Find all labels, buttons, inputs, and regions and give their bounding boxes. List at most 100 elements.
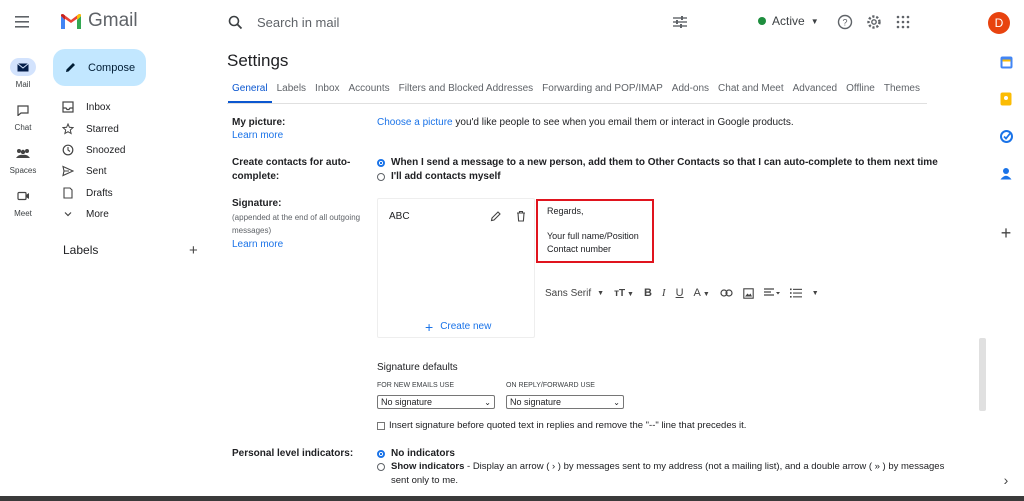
my-picture-learn-more-link[interactable]: Learn more [232, 130, 283, 141]
show-indicators-option[interactable]: Show indicators - Display an arrow ( › )… [377, 461, 944, 472]
choose-picture-text: you'd like people to see when you email … [452, 117, 794, 128]
rail-spaces[interactable]: Spaces [0, 144, 46, 175]
nav-sent[interactable]: Sent [62, 163, 202, 179]
settings-gear-icon[interactable] [866, 14, 882, 30]
insert-signature-text: Insert signature before quoted text in r… [389, 420, 747, 431]
contacts-icon[interactable] [997, 164, 1015, 182]
tab-offline[interactable]: Offline [846, 83, 875, 94]
search-bar[interactable]: Search in mail [220, 8, 700, 36]
reply-signature-value: No signature [510, 397, 562, 407]
rail-meet[interactable]: Meet [0, 187, 46, 218]
insert-image-icon[interactable] [743, 287, 754, 299]
tab-themes[interactable]: Themes [884, 83, 920, 94]
gmail-logo[interactable]: Gmail [60, 10, 138, 32]
nav-snoozed[interactable]: Snoozed [62, 142, 202, 158]
bold-icon[interactable]: B [644, 287, 652, 299]
nav-inbox[interactable]: Inbox [62, 99, 202, 115]
contacts-option-auto[interactable]: When I send a message to a new person, a… [377, 157, 938, 168]
account-avatar[interactable]: D [988, 12, 1010, 34]
insert-signature-checkbox[interactable] [377, 421, 385, 430]
rail-chat[interactable]: Chat [0, 101, 46, 132]
radio-selected-icon[interactable] [377, 158, 385, 167]
content-scrollbar[interactable] [979, 338, 986, 411]
status-dot-icon [758, 17, 766, 25]
radio-unselected-icon[interactable] [377, 462, 385, 471]
tasks-icon[interactable] [997, 127, 1015, 145]
nav-snoozed-label: Snoozed [86, 144, 126, 156]
chevron-down-icon: ⌄ [484, 397, 491, 407]
settings-tabs: General Labels Inbox Accounts Filters an… [232, 83, 920, 94]
keep-icon[interactable] [997, 90, 1015, 108]
more-formatting-caret-icon[interactable]: ▼ [812, 290, 819, 297]
status-selector[interactable]: Active ▼ [758, 14, 819, 28]
meet-video-icon [10, 187, 36, 205]
tab-forwarding[interactable]: Forwarding and POP/IMAP [542, 83, 663, 94]
rail-spaces-label: Spaces [9, 166, 37, 175]
expand-panel-chevron-icon[interactable]: › [997, 471, 1015, 489]
radio-unselected-icon[interactable] [377, 172, 385, 181]
search-input[interactable]: Search in mail [257, 15, 339, 30]
bottom-edge-bar [0, 496, 1024, 501]
caret-down-icon: ▼ [597, 289, 605, 297]
signature-note-line1: (appended at the end of all outgoing [232, 213, 361, 222]
main-menu-icon[interactable] [13, 13, 33, 31]
font-family-label: Sans Serif [545, 287, 592, 299]
app-name: Gmail [88, 10, 138, 31]
new-emails-signature-select[interactable]: No signature ⌄ [377, 395, 495, 409]
tab-addons[interactable]: Add-ons [672, 83, 709, 94]
font-family-select[interactable]: Sans Serif ▼ [545, 288, 604, 299]
create-new-signature-button[interactable]: + Create new [425, 320, 491, 334]
mail-icon [10, 58, 36, 76]
compose-button[interactable]: Compose [53, 49, 146, 86]
signature-note-line2: messages) [232, 226, 272, 235]
signature-defaults-heading: Signature defaults [377, 362, 458, 373]
contacts-option-manual-label: I'll add contacts myself [391, 171, 501, 182]
contacts-label-line2: complete: [232, 171, 280, 182]
delete-trash-icon[interactable] [515, 210, 527, 222]
calendar-icon[interactable] [997, 53, 1015, 71]
nav-drafts-label: Drafts [86, 187, 113, 199]
contacts-option-manual[interactable]: I'll add contacts myself [377, 171, 501, 182]
tab-chat-meet[interactable]: Chat and Meet [718, 83, 784, 94]
apps-grid-icon[interactable] [896, 15, 910, 29]
tab-advanced[interactable]: Advanced [793, 83, 837, 94]
add-label-plus-icon[interactable]: + [189, 242, 198, 259]
italic-icon[interactable]: I [662, 287, 666, 299]
tab-labels[interactable]: Labels [277, 83, 306, 94]
rail-mail[interactable]: Mail [0, 58, 46, 89]
show-indicators-text: Show indicators - Display an arrow ( › )… [391, 461, 944, 472]
nav-drafts[interactable]: Drafts [62, 185, 202, 201]
chevron-down-icon: ⌄ [613, 397, 620, 407]
help-icon[interactable]: ? [837, 14, 853, 30]
link-icon[interactable] [720, 289, 733, 297]
text-size-icon[interactable]: тТ ▼ [614, 288, 634, 299]
tab-general[interactable]: General [232, 83, 268, 94]
rail-chat-label: Chat [14, 123, 32, 132]
signature-name[interactable]: ABC [389, 211, 410, 222]
text-color-icon[interactable]: A ▼ [694, 287, 710, 299]
reply-signature-select[interactable]: No signature ⌄ [506, 395, 624, 409]
spaces-icon [10, 144, 36, 162]
signature-learn-more-link[interactable]: Learn more [232, 239, 283, 250]
tab-accounts[interactable]: Accounts [349, 83, 390, 94]
edit-pencil-icon[interactable] [490, 210, 502, 222]
pencil-icon [64, 61, 77, 74]
get-addons-plus-icon[interactable]: + [997, 223, 1015, 243]
no-indicators-option[interactable]: No indicators [377, 448, 455, 459]
search-icon[interactable] [228, 15, 243, 30]
insert-signature-option[interactable]: Insert signature before quoted text in r… [377, 420, 746, 431]
picture-row: Choose a picture you'd like people to se… [377, 117, 794, 128]
nav-starred[interactable]: Starred [62, 121, 202, 137]
tab-filters[interactable]: Filters and Blocked Addresses [399, 83, 534, 94]
show-indicators-description-line2: sent only to me. [391, 475, 459, 486]
nav-sent-label: Sent [86, 165, 107, 177]
choose-picture-link[interactable]: Choose a picture [377, 117, 453, 128]
list-icon[interactable] [789, 288, 802, 298]
radio-selected-icon[interactable] [377, 449, 385, 458]
align-icon[interactable] [763, 288, 780, 298]
tab-inbox[interactable]: Inbox [315, 83, 339, 94]
nav-more[interactable]: More [62, 206, 202, 222]
draft-icon [63, 187, 73, 199]
underline-icon[interactable]: U [676, 287, 684, 299]
search-options-icon[interactable] [672, 15, 688, 29]
